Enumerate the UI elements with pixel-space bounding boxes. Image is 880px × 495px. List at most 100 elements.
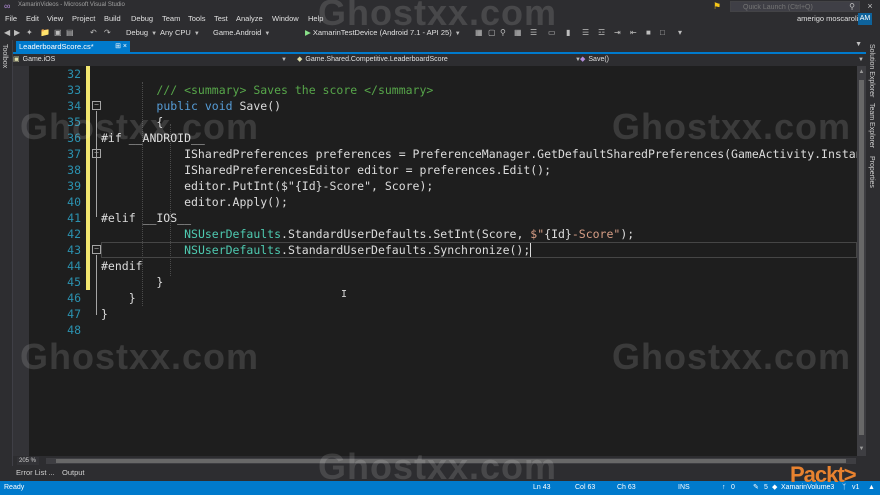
pending-changes-count[interactable]: 5 — [764, 481, 768, 495]
open-file-icon[interactable]: 📁 — [40, 27, 50, 39]
code-line[interactable]: } — [101, 274, 857, 290]
project-dropdown[interactable]: ▣ Game.iOS ▼ — [13, 55, 289, 65]
code-token: #elif __IOS__ — [101, 211, 192, 225]
menu-analyze[interactable]: Analyze — [236, 14, 263, 23]
horizontal-scrollbar[interactable] — [46, 458, 856, 464]
save-all-icon[interactable]: ▤ — [66, 27, 74, 39]
collapse-icon[interactable]: − — [92, 245, 101, 254]
indent-icon[interactable]: ⇥ — [614, 27, 621, 39]
menu-file[interactable]: File — [5, 14, 17, 23]
scroll-up-icon[interactable]: ▲ — [857, 68, 866, 77]
quick-launch-box[interactable]: ⚲ — [730, 1, 860, 12]
code-line[interactable] — [101, 66, 857, 82]
menu-project[interactable]: Project — [72, 14, 95, 23]
menu-team[interactable]: Team — [162, 14, 180, 23]
up-arrow-icon[interactable]: ↑ — [722, 481, 726, 495]
platform-dropdown[interactable]: Any CPU ▼ — [160, 27, 200, 39]
code-line[interactable]: ISharedPreferences preferences = Prefere… — [101, 146, 857, 162]
collapse-icon[interactable]: − — [92, 149, 101, 158]
pencil-icon[interactable]: ✎ — [753, 481, 759, 495]
redo-icon[interactable]: ↷ — [104, 27, 111, 39]
unpushed-count[interactable]: 0 — [731, 481, 735, 495]
collapse-icon[interactable]: − — [92, 101, 101, 110]
code-line[interactable]: #endif — [101, 258, 857, 274]
close-window-button[interactable]: × — [862, 0, 878, 13]
member-dropdown[interactable]: ◆ Save() ▼ — [580, 55, 866, 65]
menu-build[interactable]: Build — [104, 14, 121, 23]
code-line[interactable]: } — [101, 290, 857, 306]
branch-chevron-icon[interactable]: ▲ — [868, 481, 875, 495]
bookmark-icon[interactable]: ▮ — [566, 27, 570, 39]
menu-tools[interactable]: Tools — [188, 14, 206, 23]
layout-icon[interactable]: ▦ — [514, 27, 522, 39]
repository-icon[interactable]: ◆ — [772, 481, 777, 495]
type-value: Game.Shared.Competitive.LeaderboardScore — [305, 56, 448, 63]
uncomment-icon[interactable]: ☲ — [598, 27, 605, 39]
vertical-scrollbar[interactable]: ▲ ▼ — [857, 66, 866, 456]
device-dropdown[interactable]: ▶ XamarinTestDevice (Android 7.1 - API 2… — [305, 27, 461, 39]
format-icon[interactable]: ☰ — [530, 27, 537, 39]
code-line[interactable] — [101, 322, 857, 338]
code-line[interactable]: ISharedPreferencesEditor editor = prefer… — [101, 162, 857, 178]
properties-tab[interactable]: Properties — [868, 156, 875, 188]
configuration-dropdown[interactable]: Debug ▼ — [126, 27, 157, 39]
code-line[interactable]: } — [101, 306, 857, 322]
menu-help[interactable]: Help — [308, 14, 323, 23]
prev-bookmark-icon[interactable]: ■ — [646, 27, 651, 39]
scroll-down-icon[interactable]: ▼ — [857, 445, 866, 454]
class-icon: ◆ — [297, 56, 303, 63]
configuration-value: Debug — [126, 28, 149, 37]
user-avatar[interactable]: AM — [858, 13, 872, 25]
search-icon[interactable]: ⚲ — [849, 2, 855, 11]
comment-out-icon[interactable]: ☰ — [582, 27, 589, 39]
indicator-margin[interactable] — [13, 66, 29, 456]
solution-explorer-tab[interactable]: Solution Explorer — [868, 44, 875, 97]
code-line[interactable]: editor.PutInt($"{Id}-Score", Score); — [101, 178, 857, 194]
pin-icon[interactable]: ⊞ — [115, 43, 121, 50]
startup-project-dropdown[interactable]: Game.Android ▼ — [213, 27, 270, 39]
horizontal-scrollbar-thumb[interactable] — [56, 459, 846, 463]
feedback-flag-icon[interactable]: ⚑ — [713, 1, 723, 11]
code-line[interactable]: editor.Apply(); — [101, 194, 857, 210]
undo-icon[interactable]: ↶ — [90, 27, 97, 39]
tab-error-list[interactable]: Error List ... — [16, 468, 55, 477]
outdent-icon[interactable]: ⇤ — [630, 27, 637, 39]
device-manager-icon[interactable]: ▦ — [475, 27, 483, 39]
code-line[interactable]: /// <summary> Saves the score </summary> — [101, 82, 857, 98]
next-bookmark-icon[interactable]: □ — [660, 27, 665, 39]
close-icon[interactable]: × — [123, 43, 127, 50]
signed-in-user[interactable]: amerigo moscaroli — [797, 14, 858, 23]
tab-leaderboard-score[interactable]: LeaderboardScore.cs* ⊞ × — [16, 41, 130, 53]
back-icon[interactable]: ◀ — [4, 27, 10, 39]
toolbar-overflow-icon[interactable]: ▾ — [678, 27, 682, 39]
code-line[interactable]: #elif __IOS__ — [101, 210, 857, 226]
save-icon[interactable]: ▣ — [54, 27, 62, 39]
monitor-icon[interactable]: ▭ — [548, 27, 556, 39]
menu-window[interactable]: Window — [272, 14, 299, 23]
forward-icon[interactable]: ▶ — [14, 27, 20, 39]
tab-output[interactable]: Output — [62, 468, 85, 477]
code-line[interactable]: NSUserDefaults.StandardUserDefaults.SetI… — [101, 226, 857, 242]
attach-icon[interactable]: ▢ — [488, 27, 496, 39]
team-explorer-tab[interactable]: Team Explorer — [868, 103, 875, 148]
zoom-level-dropdown[interactable]: 205 % — [17, 457, 39, 465]
toolbox-tab[interactable]: Toolbox — [1, 44, 8, 68]
find-icon[interactable]: ⚲ — [500, 27, 506, 39]
code-editor[interactable]: 32 33 34 35 36 37 38 39 40 41 42 43 44 45 46 47 48 − − −… — [13, 66, 857, 456]
code-text-area[interactable]: /// <summary> Saves the score </summary>… — [101, 66, 857, 338]
code-line[interactable]: NSUserDefaults.StandardUserDefaults.Sync… — [101, 242, 857, 258]
menu-debug[interactable]: Debug — [131, 14, 153, 23]
line-number: 43 — [67, 243, 81, 257]
tab-list-dropdown-icon[interactable]: ▼ — [855, 41, 862, 48]
menu-edit[interactable]: Edit — [26, 14, 39, 23]
menu-view[interactable]: View — [47, 14, 63, 23]
code-line[interactable]: #if __ANDROID__ — [101, 130, 857, 146]
scrollbar-thumb[interactable] — [859, 80, 864, 435]
line-number: 38 — [67, 163, 81, 177]
quick-launch-input[interactable] — [731, 3, 841, 12]
type-dropdown[interactable]: ◆ Game.Shared.Competitive.LeaderboardScor… — [297, 55, 583, 65]
menu-test[interactable]: Test — [214, 14, 228, 23]
code-line[interactable]: public void Save() — [101, 98, 857, 114]
code-line[interactable]: { — [101, 114, 857, 130]
new-project-icon[interactable]: ✦ — [26, 27, 33, 39]
